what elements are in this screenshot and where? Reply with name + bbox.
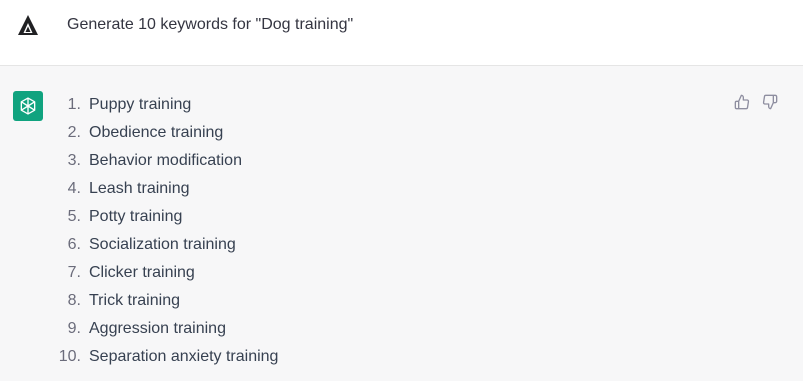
- list-item: 3. Behavior modification: [56, 147, 278, 175]
- list-item: 2. Obedience training: [56, 119, 278, 147]
- list-item: 1. Puppy training: [56, 91, 278, 119]
- item-label: Obedience training: [89, 124, 224, 141]
- thumbs-up-button[interactable]: [733, 93, 751, 111]
- list-item: 7. Clicker training: [56, 259, 278, 287]
- item-number: 10.: [58, 348, 81, 365]
- assistant-response-row: 1. Puppy training 2. Obedience training …: [0, 66, 803, 381]
- thumbs-down-button[interactable]: [761, 93, 779, 111]
- item-label: Behavior modification: [89, 152, 242, 169]
- item-number: 8.: [67, 292, 81, 309]
- item-number: 1.: [67, 96, 81, 113]
- list-item: 5. Potty training: [56, 203, 278, 231]
- item-label: Potty training: [89, 208, 183, 225]
- item-number: 6.: [67, 236, 81, 253]
- item-label: Puppy training: [89, 96, 192, 113]
- list-item: 10. Separation anxiety training: [56, 343, 279, 371]
- item-number: 4.: [67, 180, 81, 197]
- prompt-text: Generate 10 keywords for "Dog training": [67, 16, 354, 33]
- list-item: 8. Trick training: [56, 287, 278, 315]
- item-label: Socialization training: [89, 236, 236, 253]
- item-label: Trick training: [89, 292, 180, 309]
- thumbs-down-icon: [762, 94, 778, 110]
- thumbs-up-icon: [734, 94, 750, 110]
- item-number: 3.: [67, 152, 81, 169]
- list-item: 4. Leash training: [56, 175, 278, 203]
- user-prompt-row: Generate 10 keywords for "Dog training": [0, 0, 803, 66]
- list-item: 6. Socialization training: [56, 231, 278, 259]
- list-item: 9. Aggression training: [56, 315, 278, 343]
- keyword-list: 1. Puppy training 2. Obedience training …: [56, 91, 279, 371]
- openai-logo-icon: [13, 91, 43, 121]
- item-number: 2.: [67, 124, 81, 141]
- item-label: Clicker training: [89, 264, 195, 281]
- triangle-logo-icon: [17, 14, 39, 36]
- item-number: 5.: [67, 208, 81, 225]
- feedback-controls: [733, 93, 779, 111]
- item-label: Aggression training: [89, 320, 226, 337]
- item-label: Separation anxiety training: [89, 348, 279, 365]
- item-number: 7.: [67, 264, 81, 281]
- item-label: Leash training: [89, 180, 190, 197]
- item-number: 9.: [67, 320, 81, 337]
